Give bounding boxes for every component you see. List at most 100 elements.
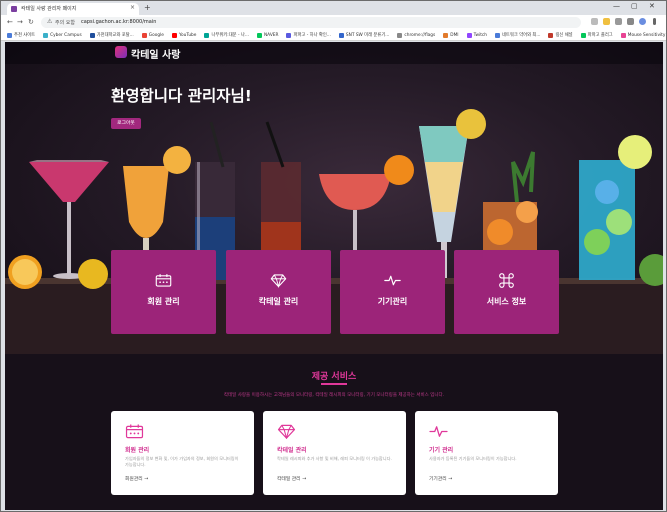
menu-icon[interactable] (653, 18, 656, 25)
close-window-button[interactable]: ✕ (649, 2, 655, 10)
service-card-text: 가입자들의 정보 변화 및, 이가 가입자의 정보, 회원의 모니터링이 가능합… (125, 456, 239, 467)
bookmark-item[interactable]: DMI (443, 32, 459, 38)
bookmark-label: 네트워크 약어와 최... (501, 33, 541, 38)
url-text: capsi.gachon.ac.kr:8000/main (81, 19, 157, 25)
extensions-icon[interactable] (615, 18, 622, 25)
command-icon (498, 272, 515, 289)
menu-card-1[interactable]: 회원 관리 (111, 250, 216, 334)
menu-card-label: 기기관리 (377, 297, 408, 306)
logout-button[interactable]: 로그아웃 (111, 118, 141, 129)
browser-tab[interactable]: 칵테일 사랑 관리자 페이지 × (7, 3, 139, 15)
forward-button[interactable]: → (17, 18, 23, 26)
bookmark-label: DMI (450, 32, 459, 38)
bookmark-favicon-icon (256, 32, 262, 38)
pulse-icon (384, 272, 401, 289)
share-icon[interactable] (591, 18, 598, 25)
bookmark-label: SNT SW 미래 분류기... (345, 33, 390, 38)
bookmark-item[interactable]: YouTube (171, 32, 196, 38)
bookmark-item[interactable]: Twitch (466, 32, 487, 38)
bookmark-favicon-icon (171, 32, 177, 38)
bookmark-label: 추천 사이트 (14, 33, 36, 38)
brand-logo-icon[interactable] (115, 46, 127, 58)
bookmarks-bar: 추천 사이트 Cyber Campus 가천대학교와 포탈... Google YouT… (1, 30, 666, 41)
service-card-text: 사용자가 등록된 기기들의 모니터링이 가능합니다. (429, 456, 517, 461)
bookmark-favicon-icon (286, 32, 292, 38)
bookmark-item[interactable]: 가천대학교와 포탈... (89, 32, 134, 38)
warning-icon: ⚠ (47, 18, 53, 25)
brand-name[interactable]: 칵테일 사랑 (131, 46, 180, 61)
minimize-button[interactable]: — (613, 2, 620, 10)
bookmark-item[interactable]: chrome://flags (397, 32, 436, 38)
menu-card-label: 회원 관리 (147, 297, 180, 306)
bookmark-label: Mouse Sensitivity |... (627, 32, 666, 38)
browser-toolbar: ← → ↻ ⚠ 주의 요함 capsi.gachon.ac.kr:8000/ma… (1, 15, 666, 30)
tab-favicon-icon (11, 6, 17, 12)
bookmark-label: 나무위키:대문 - 나... (211, 33, 249, 38)
service-card-link[interactable]: 회원관리 → (125, 475, 148, 482)
tab-close-icon[interactable]: × (130, 4, 135, 11)
menu-card-4[interactable]: 서비스 정보 (454, 250, 559, 334)
maximize-button[interactable]: ▢ (631, 2, 638, 10)
diamond-icon (277, 424, 296, 440)
services-description: 칵테일 사랑을 이용하시는 고객님들의 모니터링, 칵테일 레시피의 모니터링,… (223, 393, 445, 398)
bookmark-label: 파파고 플러그 (587, 33, 613, 38)
bookmark-item[interactable]: SNT SW 미래 분류기... (338, 32, 390, 38)
menu-card-label: 칵테일 관리 (258, 297, 299, 306)
bookmark-favicon-icon (338, 32, 344, 38)
bookmark-favicon-icon (494, 32, 500, 38)
browser-window: 칵테일 사랑 관리자 페이지 × + — ▢ ✕ ← → ↻ ⚠ 주의 요함 c… (0, 0, 667, 512)
bookmark-item[interactable]: 나무위키:대문 - 나... (204, 32, 249, 38)
reload-button[interactable]: ↻ (28, 18, 34, 26)
calendar-icon (125, 424, 144, 439)
bookmark-label: 링신 채널 (555, 33, 573, 38)
bookmark-item[interactable]: 네트워크 약어와 최... (494, 32, 541, 38)
bookmark-star-icon[interactable] (603, 18, 610, 25)
hero-section: 칵테일 사랑 환영합니다 관리자님! 로그아웃 회원 관리 칵테일 관리 기기관리 서… (5, 42, 663, 354)
back-button[interactable]: ← (7, 18, 13, 26)
bookmark-favicon-icon (620, 32, 626, 38)
bookmark-item[interactable]: Mouse Sensitivity |... (620, 32, 666, 38)
diamond-icon (270, 272, 287, 289)
bookmark-item[interactable]: Cyber Campus (43, 32, 82, 38)
security-label: 주의 요함 (55, 20, 75, 26)
bookmark-label: Twitch (473, 32, 487, 38)
bookmark-label: Cyber Campus (50, 32, 82, 38)
bookmark-favicon-icon (580, 32, 586, 38)
menu-cards: 회원 관리 칵테일 관리 기기관리 서비스 정보 (111, 250, 560, 334)
pulse-icon (429, 424, 448, 439)
bookmark-favicon-icon (204, 32, 210, 38)
bookmark-favicon-icon (466, 32, 472, 38)
bookmark-label: Google (148, 32, 164, 38)
bookmark-favicon-icon (397, 32, 403, 38)
bookmark-item[interactable]: 파파고 플러그 (580, 32, 613, 38)
service-card-link[interactable]: 칵테일 관리 → (277, 475, 306, 482)
menu-card-2[interactable]: 칵테일 관리 (226, 250, 331, 334)
service-card-2: 칵테일 관리 칵테일 레시피와 추가 사항 및 비해, 레피 모니터링 이 가능합… (263, 411, 406, 495)
service-card-text: 칵테일 레시피와 추가 사항 및 비해, 레피 모니터링 이 가능합니다. (277, 456, 392, 461)
service-card-link[interactable]: 기기관리 → (429, 475, 452, 482)
site-navbar: 칵테일 사랑 (5, 42, 663, 64)
bookmark-item[interactable]: Google (141, 32, 164, 38)
tab-title: 칵테일 사랑 관리자 페이지 (21, 6, 77, 12)
bookmark-item[interactable]: 링신 채널 (548, 32, 573, 38)
address-bar[interactable]: ⚠ 주의 요함 capsi.gachon.ac.kr:8000/main (41, 17, 581, 28)
profile-avatar[interactable] (639, 18, 646, 25)
services-section: 제공 서비스 칵테일 사랑을 이용하시는 고객님들의 모니터링, 칵테일 레시피… (5, 354, 663, 510)
welcome-heading: 환영합니다 관리자님! (111, 87, 252, 105)
download-icon[interactable] (627, 18, 634, 25)
bookmark-item[interactable]: 파파고 - 하나 확인... (286, 32, 331, 38)
new-tab-button[interactable]: + (144, 3, 151, 12)
bookmark-favicon-icon (7, 32, 12, 38)
bookmark-item[interactable]: 추천 사이트 (7, 32, 35, 38)
bookmark-item[interactable]: NAVER (256, 32, 278, 38)
service-card-1: 회원 관리 가입자들의 정보 변화 및, 이가 가입자의 정보, 회원의 모니터링… (111, 411, 254, 495)
tab-strip: 칵테일 사랑 관리자 페이지 × + — ▢ ✕ (1, 1, 666, 15)
bookmark-label: 파파고 - 하나 확인... (293, 33, 331, 38)
calendar-icon (155, 272, 172, 289)
bookmark-label: chrome://flags (404, 32, 436, 38)
bookmark-favicon-icon (141, 32, 147, 38)
service-card-title: 기기 관리 (429, 447, 454, 454)
bookmark-favicon-icon (43, 32, 49, 38)
bookmark-favicon-icon (443, 32, 449, 38)
menu-card-3[interactable]: 기기관리 (340, 250, 445, 334)
